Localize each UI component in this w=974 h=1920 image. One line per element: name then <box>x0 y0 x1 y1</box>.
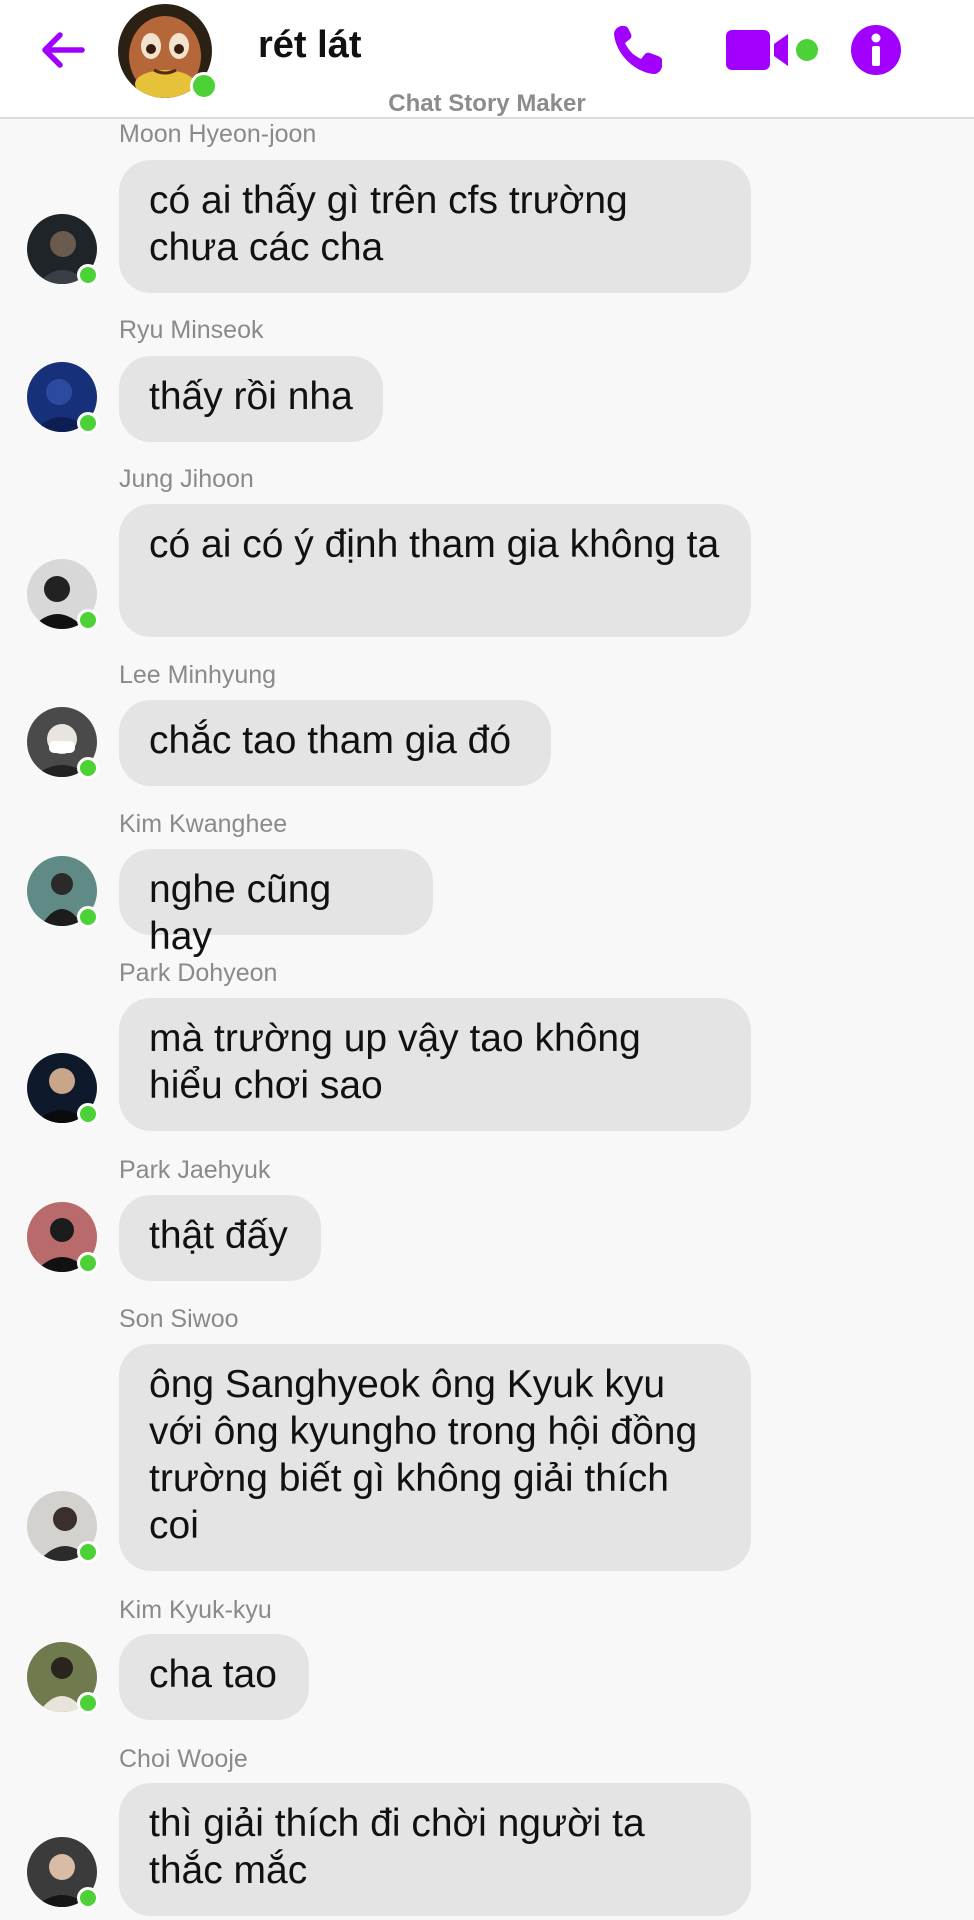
sender-name: Choi Wooje <box>119 1745 248 1773</box>
online-indicator <box>77 264 99 286</box>
message-bubble[interactable]: thật đấy <box>119 1195 321 1281</box>
watermark-text: Chat Story Maker <box>388 90 586 117</box>
sender-name: Kim Kyuk-kyu <box>119 1596 272 1624</box>
sender-avatar[interactable] <box>27 1202 99 1274</box>
online-indicator <box>77 412 99 434</box>
video-camera-icon <box>726 30 818 70</box>
online-indicator <box>77 906 99 928</box>
online-indicator <box>77 1103 99 1125</box>
sender-avatar[interactable] <box>27 1642 99 1714</box>
sender-name: Park Jaehyuk <box>119 1156 271 1184</box>
sender-name: Kim Kwanghee <box>119 810 288 838</box>
sender-avatar[interactable] <box>27 362 99 434</box>
sender-avatar[interactable] <box>27 707 99 779</box>
message-bubble[interactable]: chắc tao tham gia đó <box>119 700 551 786</box>
sender-name: Son Siwoo <box>119 1305 239 1333</box>
online-indicator <box>77 1887 99 1909</box>
sender-avatar[interactable] <box>27 1837 99 1909</box>
message-bubble[interactable]: mà trường up vậy tao không hiểu chơi sao <box>119 998 751 1131</box>
sender-avatar[interactable] <box>27 1053 99 1125</box>
message-bubble[interactable]: thì giải thích đi chời người ta thắc mắc <box>119 1783 751 1916</box>
phone-icon[interactable] <box>608 22 668 78</box>
sender-name: Lee Minhyung <box>119 661 277 689</box>
info-icon[interactable] <box>850 24 902 76</box>
online-indicator <box>77 757 99 779</box>
video-call-button[interactable] <box>724 24 820 76</box>
message-bubble[interactable]: nghe cũng hay <box>119 849 433 958</box>
message-bubble[interactable]: có ai thấy gì trên cfs trường chưa các c… <box>119 160 751 293</box>
sender-name: Ryu Minseok <box>119 316 264 344</box>
sender-name: Park Dohyeon <box>119 959 278 987</box>
message-bubble[interactable]: có ai có ý định tham gia không ta <box>119 504 751 637</box>
sender-name: Moon Hyeon-joon <box>119 120 317 148</box>
online-indicator <box>77 609 99 631</box>
group-avatar[interactable] <box>118 4 218 100</box>
sender-avatar[interactable] <box>27 1491 99 1563</box>
sender-name: Jung Jihoon <box>119 465 254 493</box>
sender-avatar[interactable] <box>27 856 99 928</box>
chat-title[interactable]: rét lát <box>258 24 361 67</box>
message-bubble[interactable]: thấy rồi nha <box>119 356 383 442</box>
online-indicator <box>77 1252 99 1274</box>
sender-avatar[interactable] <box>27 559 99 631</box>
chat-header: rét lát Chat Story Maker <box>0 0 974 119</box>
message-bubble[interactable]: ông Sanghyeok ông Kyuk kyu với ông kyung… <box>119 1344 751 1571</box>
sender-avatar[interactable] <box>27 214 99 286</box>
message-bubble[interactable]: cha tao <box>119 1634 309 1720</box>
back-arrow-icon[interactable] <box>38 26 86 74</box>
online-indicator <box>77 1692 99 1714</box>
online-indicator <box>77 1541 99 1563</box>
